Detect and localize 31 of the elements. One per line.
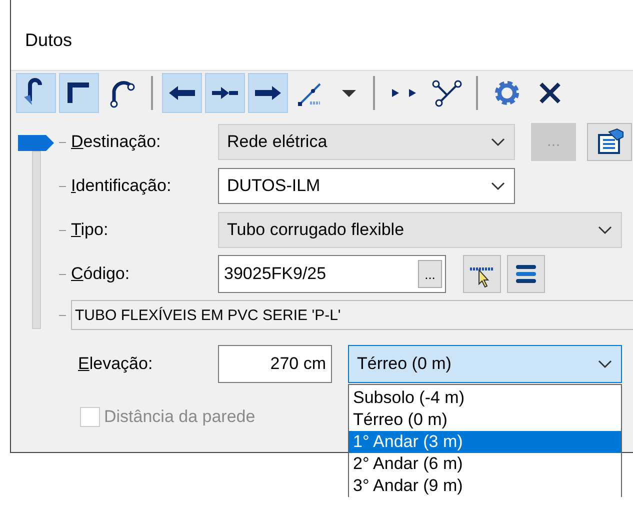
arrow-right-button[interactable] bbox=[248, 73, 288, 113]
points-icon bbox=[392, 89, 416, 97]
slider-handle-icon[interactable] bbox=[18, 135, 54, 151]
field-label: Elevação: bbox=[78, 354, 154, 374]
dropdown-option[interactable]: 3° Andar (9 m) bbox=[349, 475, 621, 497]
properties-button[interactable] bbox=[587, 123, 632, 161]
dropdown[interactable]: DUTOS-ILM bbox=[218, 168, 515, 204]
dropdown-option[interactable]: Subsolo (-4 m) bbox=[349, 387, 621, 409]
arrow-left-button[interactable] bbox=[162, 73, 202, 113]
dropdown-option[interactable]: 2° Andar (6 m) bbox=[349, 453, 621, 475]
corner-button[interactable] bbox=[59, 73, 99, 113]
arrow-middle-button[interactable] bbox=[205, 73, 245, 113]
browse-button[interactable]: ... bbox=[418, 260, 442, 288]
description-field: TUBO FLEXÍVEIS EM PVC SERIE 'P-L' bbox=[71, 300, 633, 330]
elevation-field[interactable]: 270 cm bbox=[218, 345, 332, 383]
list-button[interactable] bbox=[507, 255, 545, 293]
dropdown-option[interactable]: Térreo (0 m) bbox=[349, 409, 621, 431]
hook-button[interactable] bbox=[16, 73, 56, 113]
field-label: Identificação: bbox=[71, 176, 172, 196]
checkbox-label: Distância da parede bbox=[104, 407, 256, 427]
floor-dropdown[interactable]: Térreo (0 m) bbox=[348, 345, 622, 383]
field-label: Destinação: bbox=[71, 132, 162, 152]
code-field[interactable]: 39025FK9/25 ... bbox=[218, 255, 446, 293]
field-label: Código: bbox=[71, 264, 131, 284]
dropdown[interactable]: Tubo corrugado flexible bbox=[218, 212, 622, 248]
window-title: Dutos bbox=[24, 30, 72, 52]
dropdown-option[interactable]: 1° Andar (3 m) bbox=[349, 431, 621, 453]
caret-icon bbox=[342, 90, 356, 96]
pick-button[interactable] bbox=[463, 255, 501, 293]
field-label: Tipo: bbox=[71, 220, 110, 240]
dropdown[interactable]: Rede elétrica bbox=[218, 124, 515, 160]
